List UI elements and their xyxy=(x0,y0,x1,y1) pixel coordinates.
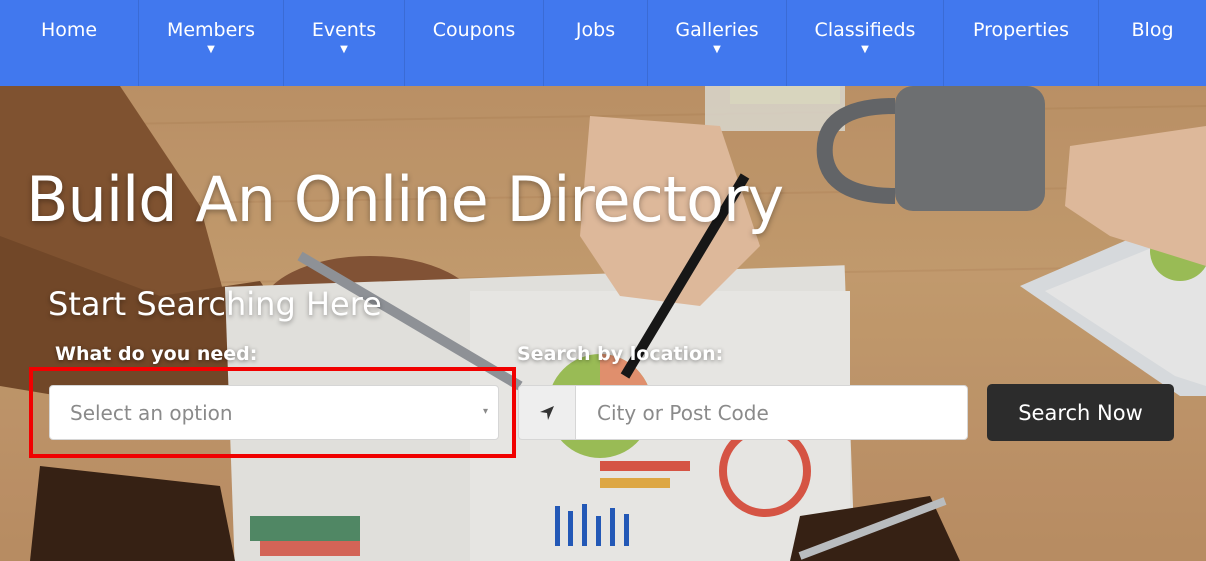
need-label: What do you need: xyxy=(55,343,258,365)
nav-item-galleries[interactable]: Galleries ▼ xyxy=(648,0,787,86)
nav-item-blog[interactable]: Blog xyxy=(1099,0,1206,86)
main-navigation: Home Members ▼ Events ▼ Coupons Jobs Gal… xyxy=(0,0,1206,86)
hero-title: Build An Online Directory xyxy=(26,163,784,236)
nav-item-events[interactable]: Events ▼ xyxy=(284,0,405,86)
location-input[interactable] xyxy=(575,385,968,440)
search-now-button[interactable]: Search Now xyxy=(987,384,1174,441)
nav-item-members[interactable]: Members ▼ xyxy=(139,0,284,86)
location-icon-box xyxy=(518,385,575,440)
nav-item-classifieds[interactable]: Classifieds ▼ xyxy=(787,0,944,86)
location-arrow-icon xyxy=(540,405,554,420)
nav-label-home: Home xyxy=(40,19,98,41)
nav-label-events: Events xyxy=(311,19,377,41)
location-label: Search by location: xyxy=(517,343,724,365)
nav-item-coupons[interactable]: Coupons xyxy=(405,0,544,86)
category-select[interactable]: Select an option ▾ xyxy=(49,385,499,440)
caret-down-icon: ▼ xyxy=(207,44,215,55)
category-select-placeholder: Select an option xyxy=(70,400,233,425)
caret-down-icon: ▾ xyxy=(482,406,488,417)
nav-label-coupons: Coupons xyxy=(432,19,516,41)
nav-item-jobs[interactable]: Jobs xyxy=(544,0,648,86)
nav-label-jobs: Jobs xyxy=(575,19,616,41)
caret-down-icon: ▼ xyxy=(713,44,721,55)
nav-label-galleries: Galleries xyxy=(675,19,759,41)
hero-subtitle: Start Searching Here xyxy=(48,285,382,323)
nav-label-members: Members xyxy=(166,19,256,41)
nav-label-properties: Properties xyxy=(972,19,1070,41)
nav-label-classifieds: Classifieds xyxy=(814,19,916,41)
nav-label-blog: Blog xyxy=(1131,19,1174,41)
caret-down-icon: ▼ xyxy=(340,44,348,55)
nav-item-properties[interactable]: Properties xyxy=(944,0,1099,86)
caret-down-icon: ▼ xyxy=(861,44,869,55)
nav-item-home[interactable]: Home xyxy=(0,0,139,86)
